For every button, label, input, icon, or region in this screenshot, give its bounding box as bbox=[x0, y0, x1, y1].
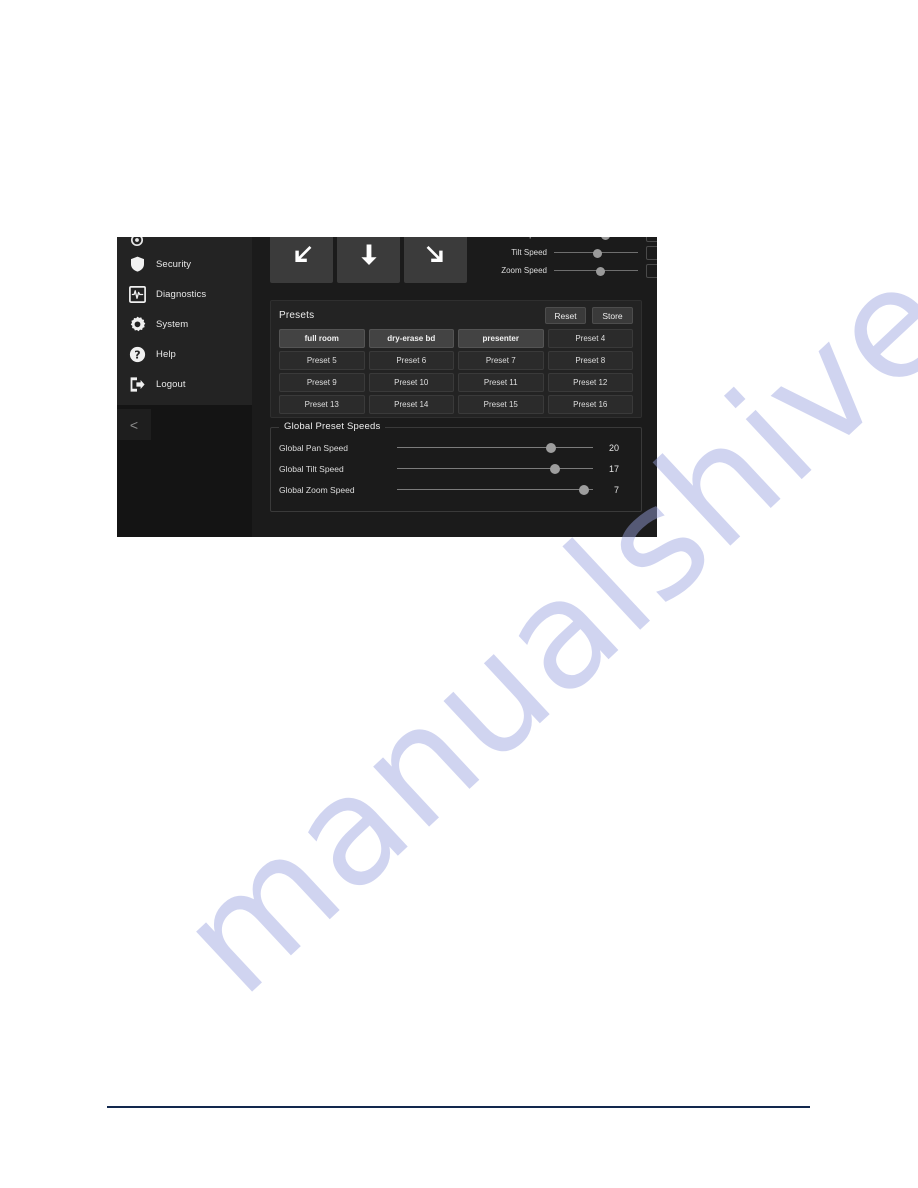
ptz-top-row: Pan Speed 12 Tilt Speed 10 bbox=[270, 237, 657, 285]
sidebar-item-diagnostics-label: Diagnostics bbox=[156, 288, 207, 300]
page-bottom-rule bbox=[107, 1106, 810, 1108]
global-tilt-speed-knob[interactable] bbox=[549, 464, 560, 474]
sidebar-item-security[interactable]: Security bbox=[117, 249, 252, 279]
preset-button[interactable]: Preset 15 bbox=[458, 395, 544, 414]
pan-speed-label: Pan Speed bbox=[481, 237, 554, 239]
presets-reset-button[interactable]: Reset bbox=[545, 307, 586, 324]
zoom-speed-value[interactable]: 4 bbox=[646, 263, 657, 278]
gear-icon bbox=[128, 315, 146, 333]
preset-button[interactable]: Preset 11 bbox=[458, 373, 544, 392]
content-area: Pan Speed 12 Tilt Speed 10 bbox=[252, 237, 657, 537]
tilt-speed-label: Tilt Speed bbox=[511, 248, 547, 257]
watermark-layer: manualshive.com bbox=[0, 0, 918, 1188]
zoom-speed-knob[interactable] bbox=[596, 266, 605, 276]
tilt-speed-row: Tilt Speed 10 bbox=[481, 245, 657, 260]
global-pan-speed-value: 20 bbox=[608, 442, 619, 453]
global-pan-speed-slider[interactable] bbox=[397, 441, 593, 454]
diagnostics-waveform-icon bbox=[128, 285, 146, 303]
logout-arrow-icon bbox=[128, 375, 146, 393]
presets-header: Presets Reset Store bbox=[279, 307, 633, 324]
arrow-down-icon bbox=[356, 241, 382, 267]
sidebar-item-logout-label: Logout bbox=[156, 378, 186, 390]
sidebar-item-system[interactable]: System bbox=[117, 309, 252, 339]
shield-icon bbox=[128, 255, 146, 273]
pan-tilt-down-right-button[interactable] bbox=[404, 237, 467, 283]
global-tilt-speed-track bbox=[397, 468, 593, 469]
gear-partial-icon bbox=[128, 237, 146, 249]
global-tilt-speed-value: 17 bbox=[608, 463, 619, 474]
preset-button[interactable]: full room bbox=[279, 329, 365, 348]
zoom-speed-slider[interactable] bbox=[554, 264, 638, 277]
global-zoom-speed-value: 7 bbox=[613, 484, 619, 495]
preset-button[interactable]: Preset 12 bbox=[547, 373, 633, 392]
preset-button[interactable]: Preset 9 bbox=[279, 373, 365, 392]
svg-text:?: ? bbox=[134, 348, 140, 361]
sidebar-item-help-label: Help bbox=[156, 348, 176, 360]
global-zoom-speed-label: Global Zoom Speed bbox=[279, 484, 355, 495]
global-zoom-speed-slider[interactable] bbox=[397, 483, 593, 496]
preset-button[interactable]: presenter bbox=[458, 329, 544, 348]
ptz-direction-pad bbox=[270, 237, 467, 283]
tilt-speed-knob[interactable] bbox=[592, 248, 602, 258]
presets-store-button[interactable]: Store bbox=[592, 307, 633, 324]
presets-grid: full room dry-erase bd presenter Preset … bbox=[279, 329, 633, 414]
global-tilt-speed-slider[interactable] bbox=[397, 462, 593, 475]
global-zoom-speed-row: Global Zoom Speed 7 bbox=[279, 483, 631, 496]
pan-tilt-down-left-button[interactable] bbox=[270, 237, 333, 283]
sidebar-item-logout[interactable]: Logout bbox=[117, 369, 252, 399]
tilt-speed-value[interactable]: 10 bbox=[646, 245, 657, 260]
sidebar-item-system-label: System bbox=[156, 318, 189, 330]
presets-title: Presets bbox=[279, 310, 315, 321]
sidebar-collapse-button[interactable]: < bbox=[117, 409, 151, 440]
arrow-down-right-icon bbox=[423, 241, 449, 267]
pan-speed-row: Pan Speed 12 bbox=[481, 237, 657, 242]
preset-button[interactable]: Preset 6 bbox=[368, 351, 454, 370]
global-zoom-speed-track bbox=[397, 489, 593, 490]
preset-button[interactable]: Preset 4 bbox=[547, 329, 633, 348]
zoom-speed-row: Zoom Speed 4 bbox=[481, 263, 657, 278]
sidebar-item-clipped-top[interactable] bbox=[117, 237, 252, 249]
preset-button[interactable]: Preset 7 bbox=[458, 351, 544, 370]
sidebar-item-diagnostics[interactable]: Diagnostics bbox=[117, 279, 252, 309]
ptz-speed-controls: Pan Speed 12 Tilt Speed 10 bbox=[481, 237, 657, 285]
preset-button[interactable]: Preset 5 bbox=[279, 351, 365, 370]
preset-button[interactable]: Preset 16 bbox=[547, 395, 633, 414]
global-pan-speed-knob[interactable] bbox=[545, 443, 556, 453]
global-zoom-speed-knob[interactable] bbox=[579, 485, 590, 495]
global-tilt-speed-label: Global Tilt Speed bbox=[279, 463, 344, 474]
arrow-down-left-icon bbox=[289, 241, 315, 267]
pan-speed-value[interactable]: 12 bbox=[646, 237, 657, 242]
pan-speed-knob[interactable] bbox=[601, 237, 611, 240]
zoom-speed-label: Zoom Speed bbox=[501, 266, 547, 275]
preset-button[interactable]: Preset 10 bbox=[368, 373, 454, 392]
sidebar: Security Diagnostics System ? Help Logou… bbox=[117, 237, 252, 537]
preset-button[interactable]: Preset 13 bbox=[279, 395, 365, 414]
global-pan-speed-row: Global Pan Speed 20 bbox=[279, 441, 631, 454]
preset-button[interactable]: dry-erase bd bbox=[368, 329, 454, 348]
global-preset-speeds-rows: Global Pan Speed 20 Global Tilt Speed 17… bbox=[271, 428, 641, 496]
sidebar-item-help[interactable]: ? Help bbox=[117, 339, 252, 369]
preset-button[interactable]: Preset 8 bbox=[547, 351, 633, 370]
global-pan-speed-label: Global Pan Speed bbox=[279, 442, 348, 453]
global-preset-speeds-group: Global Preset Speeds Global Pan Speed 20… bbox=[270, 421, 642, 512]
global-tilt-speed-row: Global Tilt Speed 17 bbox=[279, 462, 631, 475]
pan-tilt-down-button[interactable] bbox=[337, 237, 400, 283]
question-circle-icon: ? bbox=[128, 345, 146, 363]
global-preset-speeds-legend: Global Preset Speeds bbox=[279, 421, 386, 432]
global-pan-speed-track bbox=[397, 447, 593, 448]
presets-actions: Reset Store bbox=[545, 307, 633, 324]
document-page: manualshive.com bbox=[0, 0, 918, 1188]
camera-control-screenshot: Security Diagnostics System ? Help Logou… bbox=[117, 237, 657, 537]
preset-button[interactable]: Preset 14 bbox=[368, 395, 454, 414]
tilt-speed-slider[interactable] bbox=[554, 246, 638, 259]
sidebar-nav: Security Diagnostics System ? Help Logou… bbox=[117, 237, 252, 405]
sidebar-item-security-label: Security bbox=[156, 258, 192, 270]
presets-panel: Presets Reset Store full room dry-erase … bbox=[270, 300, 642, 418]
pan-speed-slider[interactable] bbox=[554, 237, 638, 241]
